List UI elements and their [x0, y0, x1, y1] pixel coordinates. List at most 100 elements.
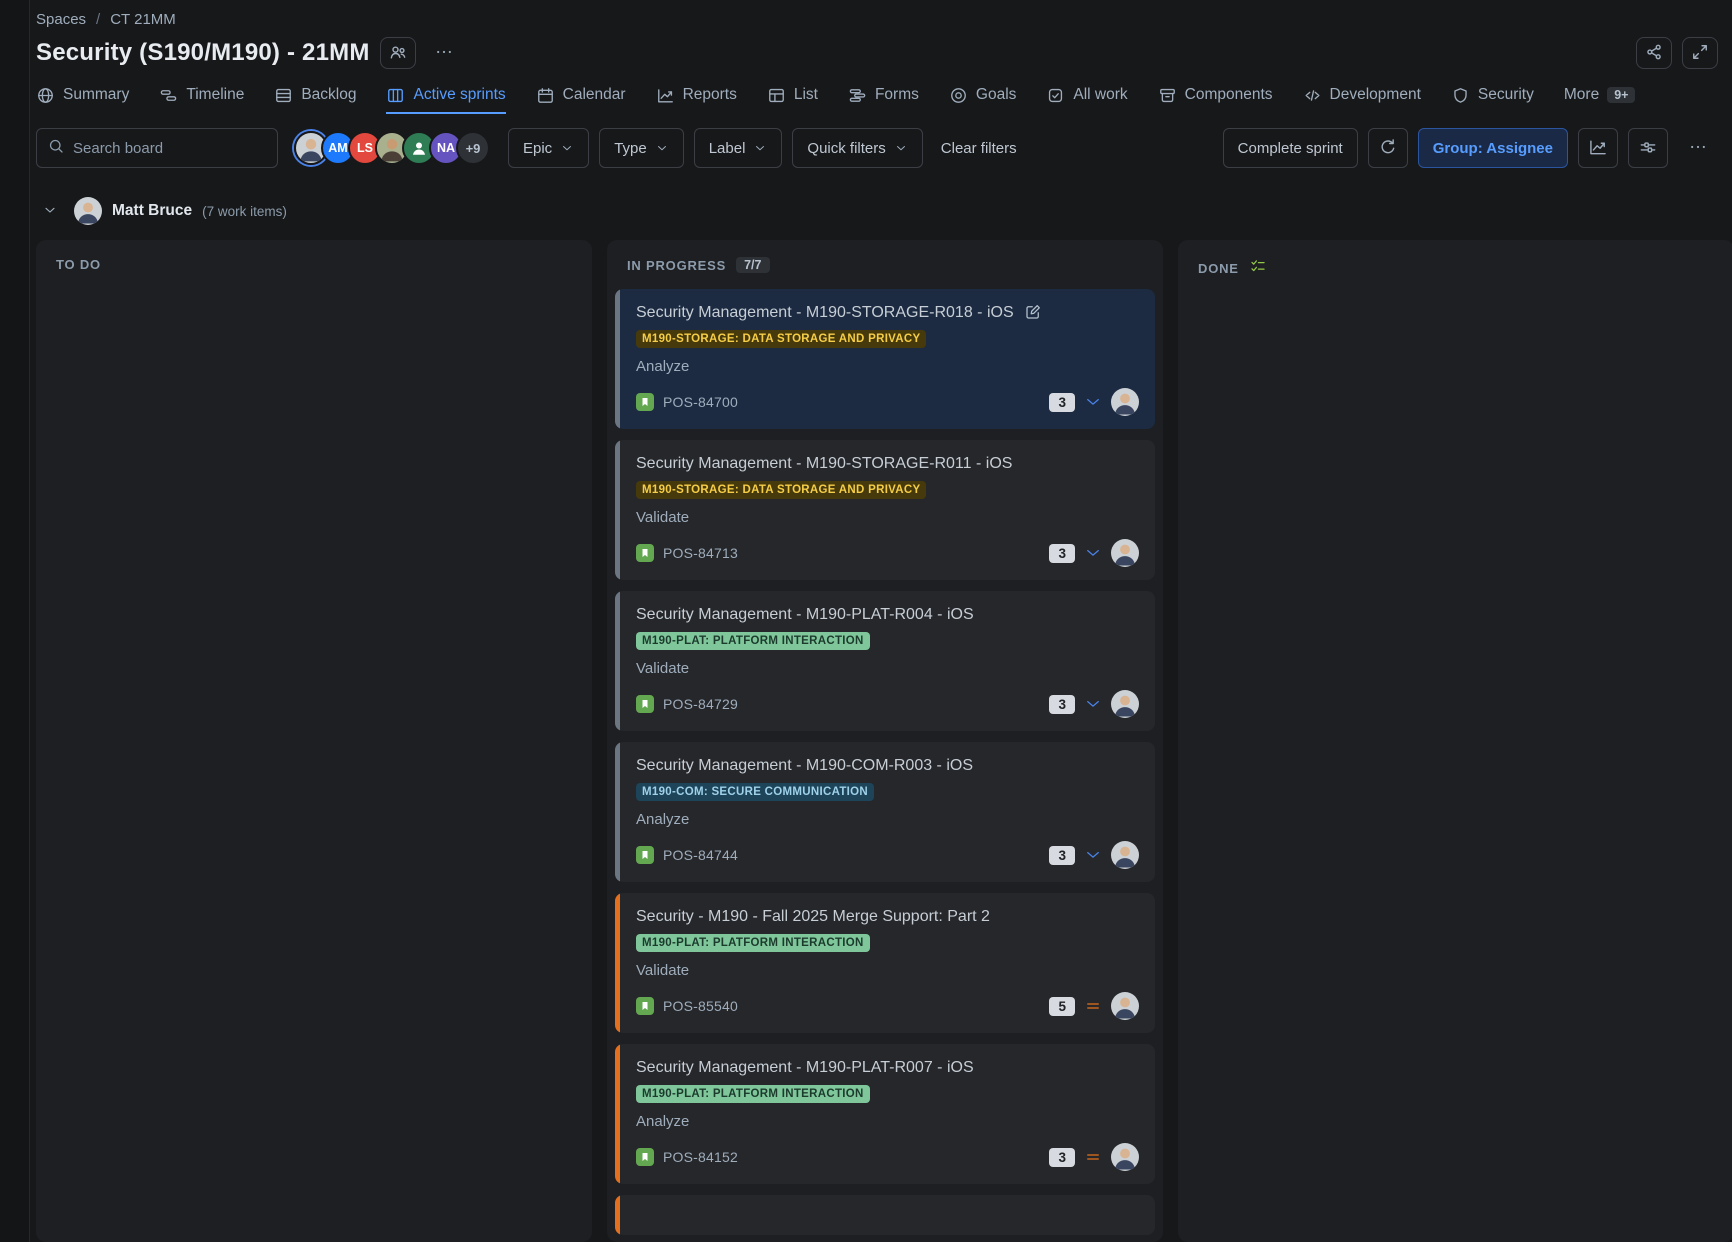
checkbox-icon	[1046, 86, 1065, 105]
filter-label[interactable]: Label	[694, 128, 783, 168]
search-input[interactable]	[73, 140, 267, 157]
title-row: Security (S190/M190) - 21MM	[36, 32, 1732, 74]
left-rail	[0, 0, 30, 1242]
story-icon	[636, 997, 654, 1015]
chart-icon	[656, 86, 675, 105]
card-color-bar	[615, 742, 620, 882]
timeline-icon	[159, 86, 178, 105]
card-title: Security Management - M190-PLAT-R004 - i…	[636, 604, 974, 625]
story-icon	[636, 1148, 654, 1166]
card-status: Analyze	[636, 358, 1139, 375]
share-button[interactable]	[1636, 37, 1672, 69]
board-card[interactable]: Security Management - M190-PLAT-R007 - i…	[615, 1044, 1155, 1184]
card-status: Validate	[636, 962, 1139, 979]
tab-timeline[interactable]: Timeline	[159, 80, 244, 114]
story-icon	[636, 544, 654, 562]
target-icon	[949, 86, 968, 105]
group-header: Matt Bruce (7 work items)	[36, 194, 1732, 228]
story-points-badge: 3	[1049, 695, 1075, 714]
card-key: POS-84713	[663, 545, 738, 561]
tab-more[interactable]: More 9+	[1564, 80, 1636, 114]
filter-epic[interactable]: Epic	[508, 128, 589, 168]
refresh-button[interactable]	[1368, 128, 1408, 168]
breadcrumb-separator: /	[96, 11, 100, 28]
page-title: Security (S190/M190) - 21MM	[36, 39, 370, 67]
tab-backlog[interactable]: Backlog	[274, 80, 356, 114]
tab-calendar[interactable]: Calendar	[536, 80, 626, 114]
board-card[interactable]	[615, 1195, 1155, 1235]
breadcrumb-project[interactable]: CT 21MM	[110, 11, 176, 28]
story-icon	[636, 695, 654, 713]
avatar-overflow-count[interactable]: +9	[456, 131, 490, 165]
filter-quick-filters[interactable]: Quick filters	[792, 128, 922, 168]
tab-active-sprints[interactable]: Active sprints	[386, 80, 505, 114]
tab-components[interactable]: Components	[1158, 80, 1273, 114]
breadcrumb: Spaces / CT 21MM	[36, 8, 1732, 30]
story-points-badge: 3	[1049, 1148, 1075, 1167]
collapse-group-button[interactable]	[36, 197, 64, 225]
board-card[interactable]: Security - M190 - Fall 2025 Merge Suppor…	[615, 893, 1155, 1033]
chevron-down-icon	[42, 202, 58, 221]
board-card[interactable]: Security Management - M190-PLAT-R004 - i…	[615, 591, 1155, 731]
assignee-avatar	[1111, 388, 1139, 416]
card-status: Validate	[636, 509, 1139, 526]
filter-type[interactable]: Type	[599, 128, 684, 168]
priority-medium-icon	[1084, 997, 1102, 1015]
board-card[interactable]: Security Management - M190-STORAGE-R011 …	[615, 440, 1155, 580]
tab-goals[interactable]: Goals	[949, 80, 1017, 114]
tab-all-work[interactable]: All work	[1046, 80, 1127, 114]
insights-button[interactable]	[1578, 128, 1618, 168]
complete-sprint-button[interactable]: Complete sprint	[1223, 128, 1358, 168]
toolbar: AM LS NA +9 Epic Type Label Quick filter…	[36, 128, 1732, 168]
board-card[interactable]: Security Management - M190-STORAGE-R018 …	[615, 289, 1155, 429]
card-title: Security Management - M190-STORAGE-R018 …	[636, 302, 1014, 323]
story-points-badge: 3	[1049, 544, 1075, 563]
card-label-chip: M190-STORAGE: DATA STORAGE AND PRIVACY	[636, 481, 926, 499]
tab-security[interactable]: Security	[1451, 80, 1534, 114]
board-settings-button[interactable]	[1628, 128, 1668, 168]
tab-count-badge: 9+	[1607, 87, 1635, 103]
priority-medium-icon	[1084, 1148, 1102, 1166]
tab-reports[interactable]: Reports	[656, 80, 737, 114]
priority-low-icon	[1084, 846, 1102, 864]
card-title: Security Management - M190-COM-R003 - iO…	[636, 755, 973, 776]
more-header-actions-button[interactable]	[426, 37, 462, 69]
tab-summary[interactable]: Summary	[36, 80, 129, 114]
tab-development[interactable]: Development	[1303, 80, 1421, 114]
card-title: Security - M190 - Fall 2025 Merge Suppor…	[636, 906, 990, 927]
table-icon	[767, 86, 786, 105]
group-by-button[interactable]: Group: Assignee	[1418, 128, 1568, 168]
clear-filters-button[interactable]: Clear filters	[933, 140, 1025, 157]
share-icon	[1644, 42, 1664, 65]
more-options-button[interactable]	[1678, 128, 1718, 168]
board-card[interactable]: Security Management - M190-COM-R003 - iO…	[615, 742, 1155, 882]
people-icon	[388, 42, 408, 65]
edit-icon[interactable]	[1024, 303, 1042, 321]
assignee-avatar	[1111, 690, 1139, 718]
board: TO DO IN PROGRESS 7/7 Security Managemen…	[36, 240, 1732, 1242]
assignee-avatar	[1111, 992, 1139, 1020]
card-color-bar	[615, 1195, 620, 1235]
assignee-avatar	[1111, 539, 1139, 567]
expand-button[interactable]	[1682, 37, 1718, 69]
filter-dropdowns: Epic Type Label Quick filters	[508, 128, 923, 168]
search-box	[36, 128, 278, 168]
tab-list[interactable]: List	[767, 80, 818, 114]
board-icon	[386, 86, 405, 105]
assignee-avatar	[1111, 841, 1139, 869]
card-color-bar	[615, 1044, 620, 1184]
people-icon-button[interactable]	[380, 37, 416, 69]
column-count-badge: 7/7	[736, 257, 769, 273]
components-icon	[1158, 86, 1177, 105]
card-color-bar	[615, 289, 620, 429]
priority-low-icon	[1084, 544, 1102, 562]
board-column-done: DONE	[1178, 240, 1732, 1242]
chart-line-icon	[1588, 137, 1608, 160]
tab-forms[interactable]: Forms	[848, 80, 919, 114]
app-root: Spaces / CT 21MM Security (S190/M190) - …	[0, 0, 1732, 1242]
shield-icon	[1451, 86, 1470, 105]
card-color-bar	[615, 591, 620, 731]
card-key: POS-85540	[663, 998, 738, 1014]
card-status: Validate	[636, 660, 1139, 677]
breadcrumb-spaces[interactable]: Spaces	[36, 11, 86, 28]
